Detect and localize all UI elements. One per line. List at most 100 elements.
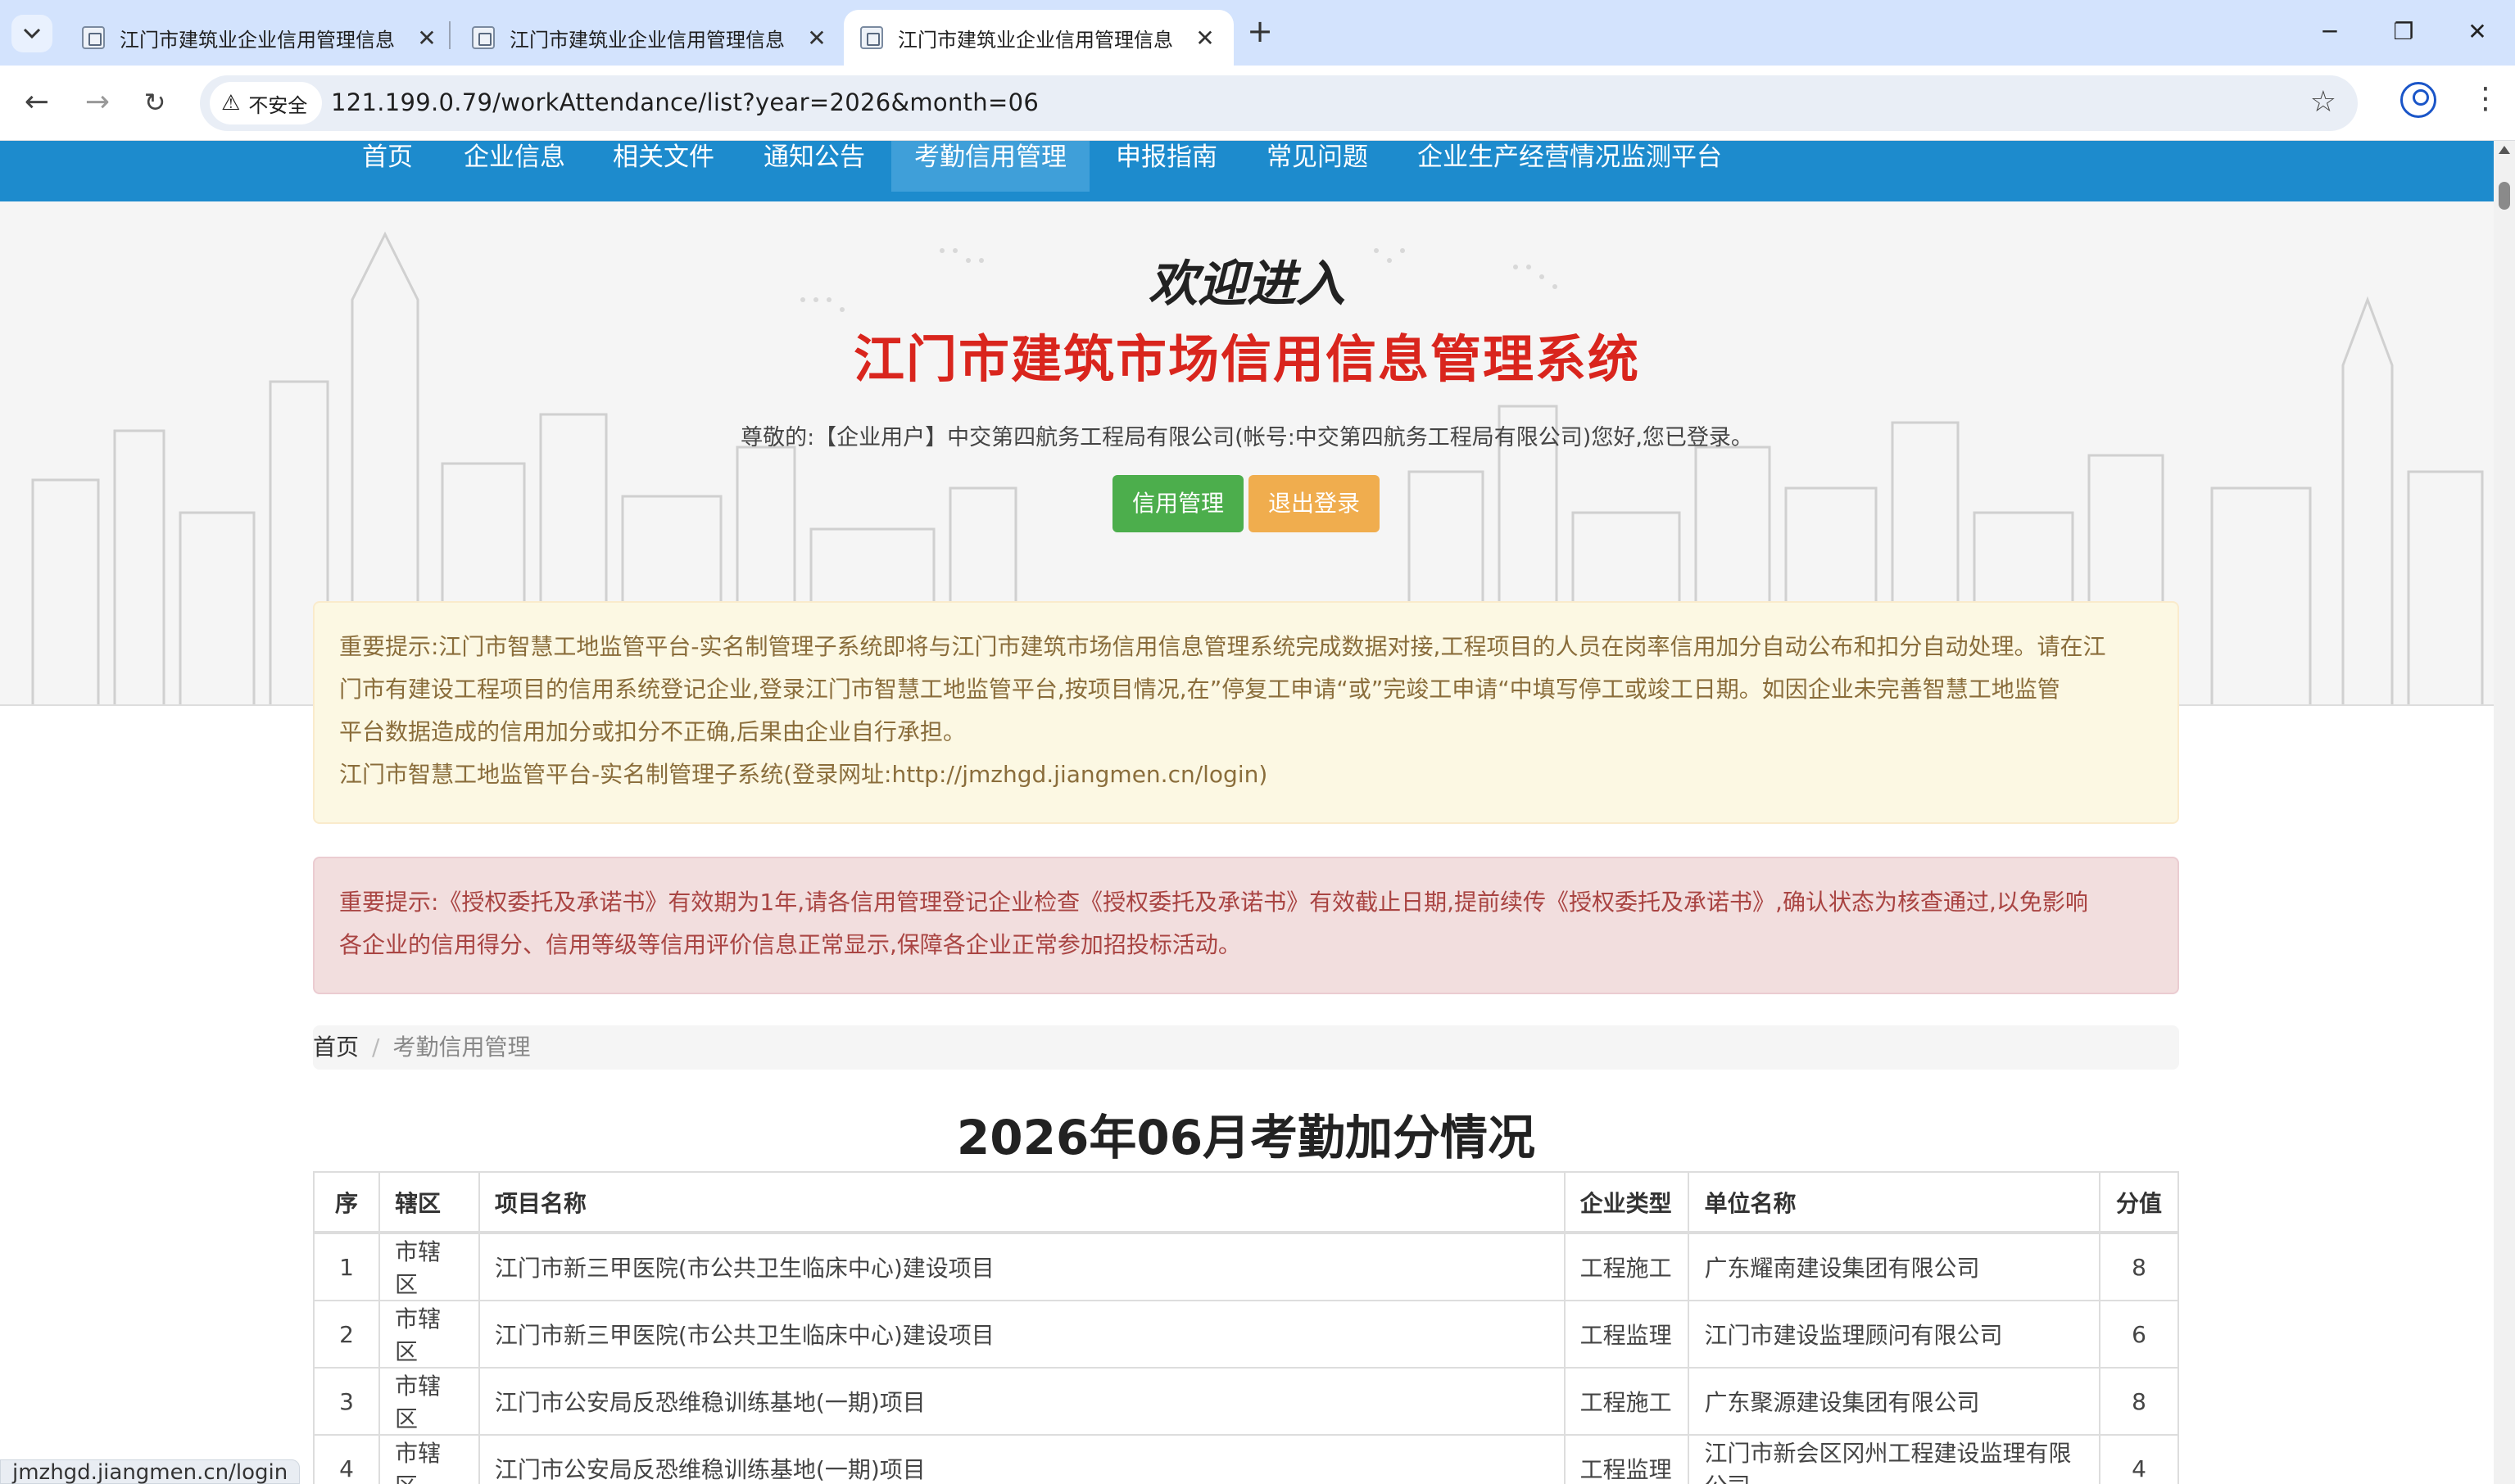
- tab-separator: [449, 21, 451, 49]
- warning-icon: ⚠: [221, 91, 241, 115]
- nav-item-notices[interactable]: 通知公告: [741, 141, 888, 192]
- chevron-down-icon: [23, 28, 41, 39]
- credit-management-button[interactable]: 信用管理: [1112, 475, 1244, 532]
- reload-icon[interactable]: ↻: [134, 82, 175, 123]
- page-viewport: 首页 企业信息 相关文件 通知公告 考勤信用管理 申报指南 常见问题 企业生产经…: [0, 141, 2494, 1484]
- cell-type: 工程施工: [1563, 1232, 1690, 1301]
- cell-no: 2: [313, 1300, 380, 1369]
- close-window-icon[interactable]: ✕: [2453, 13, 2502, 51]
- url-text[interactable]: 121.199.0.79/workAttendance/list?year=20…: [331, 88, 1039, 116]
- cell-company: 江门市建设监理顾问有限公司: [1688, 1300, 2101, 1369]
- cell-district: 市辖区: [378, 1367, 480, 1436]
- data-integration-notice: 重要提示:江门市智慧工地监管平台-实名制管理子系统即将与江门市建筑市场信用信息管…: [313, 601, 2179, 824]
- nav-item-attendance-credit[interactable]: 考勤信用管理: [891, 141, 1090, 192]
- scrollbar-thumb[interactable]: [2499, 182, 2510, 210]
- notice-login-link-line[interactable]: 江门市智慧工地监管平台-实名制管理子系统(登录网址:http://jmzhgd.…: [339, 753, 2153, 796]
- new-tab-icon[interactable]: +: [1242, 15, 1278, 51]
- column-header-company: 单位名称: [1688, 1171, 2101, 1234]
- cell-project: 江门市新三甲医院(市公共卫生临床中心)建设项目: [478, 1232, 1566, 1301]
- cell-no: 3: [313, 1367, 380, 1436]
- security-label: 不安全: [248, 93, 308, 117]
- notice-line: 各企业的信用得分、信用等级等信用评价信息正常显示,保障各企业正常参加招投标活动。: [339, 931, 1241, 958]
- browser-tab-3-active[interactable]: 江门市建筑业企业信用管理信息 ✕: [844, 10, 1234, 66]
- browser-tab-1[interactable]: 江门市建筑业企业信用管理信息 ✕: [66, 10, 455, 66]
- table-row: 2 市辖区 江门市新三甲医院(市公共卫生临床中心)建设项目 工程监理 江门市建设…: [313, 1300, 2179, 1369]
- back-icon[interactable]: ←: [16, 82, 57, 123]
- tab-title: 江门市建筑业企业信用管理信息: [120, 28, 395, 52]
- cell-district: 市辖区: [378, 1232, 480, 1301]
- address-bar[interactable]: ⚠ 不安全 121.199.0.79/workAttendance/list?y…: [200, 75, 2358, 131]
- notice-line: 重要提示:《授权委托及承诺书》有效期为1年,请各信用管理登记企业检查《授权委托及…: [339, 889, 2088, 916]
- welcome-heading: 欢迎进入: [1149, 256, 1345, 313]
- close-tab-icon[interactable]: ✕: [1193, 25, 1217, 52]
- cell-project: 江门市公安局反恐维稳训练基地(一期)项目: [478, 1367, 1566, 1436]
- site-favicon-icon: [82, 26, 105, 49]
- tab-title: 江门市建筑业企业信用管理信息: [510, 28, 785, 52]
- site-favicon-icon: [472, 26, 495, 49]
- bookmark-star-icon[interactable]: ☆: [2310, 85, 2336, 119]
- authorization-letter-notice: 重要提示:《授权委托及承诺书》有效期为1年,请各信用管理登记企业检查《授权委托及…: [313, 857, 2179, 994]
- cell-type: 工程施工: [1563, 1367, 1690, 1436]
- column-header-project: 项目名称: [478, 1171, 1566, 1234]
- cell-score: 6: [2099, 1300, 2179, 1369]
- column-header-district: 辖区: [378, 1171, 480, 1234]
- cell-type: 工程监理: [1563, 1300, 1690, 1369]
- cell-company: 广东耀南建设集团有限公司: [1688, 1232, 2101, 1301]
- nav-item-company-info[interactable]: 企业信息: [441, 141, 588, 192]
- page-title: 2026年06月考勤加分情况: [956, 1110, 1536, 1165]
- cell-district: 市辖区: [378, 1434, 480, 1484]
- table-header-row: 序 辖区 项目名称 企业类型 单位名称 分值: [313, 1171, 2179, 1234]
- nav-item-monitoring-platform[interactable]: 企业生产经营情况监测平台: [1394, 141, 1745, 192]
- browser-menu-icon[interactable]: ⋮: [2471, 82, 2500, 115]
- cell-company: 江门市新会区冈州工程建设监理有限公司: [1688, 1434, 2101, 1484]
- cell-score: 8: [2099, 1367, 2179, 1436]
- notice-line: 门市有建设工程项目的信用系统登记企业,登录江门市智慧工地监管平台,按项目情况,在…: [339, 676, 2060, 703]
- table-row: 4 市辖区 江门市公安局反恐维稳训练基地(一期)项目 工程监理 江门市新会区冈州…: [313, 1434, 2179, 1484]
- column-header-type: 企业类型: [1563, 1171, 1690, 1234]
- nav-item-home[interactable]: 首页: [339, 141, 436, 192]
- cell-project: 江门市新三甲医院(市公共卫生临床中心)建设项目: [478, 1300, 1566, 1369]
- site-favicon-icon: [860, 26, 883, 49]
- browser-tab-bar: 江门市建筑业企业信用管理信息 ✕ 江门市建筑业企业信用管理信息 ✕ 江门市建筑业…: [0, 0, 2515, 66]
- restore-icon[interactable]: ❐: [2379, 13, 2428, 51]
- table-row: 3 市辖区 江门市公安局反恐维稳训练基地(一期)项目 工程施工 广东聚源建设集团…: [313, 1367, 2179, 1436]
- close-tab-icon[interactable]: ✕: [804, 25, 829, 52]
- breadcrumb-current: 考勤信用管理: [392, 1034, 531, 1061]
- forward-icon[interactable]: →: [77, 82, 118, 123]
- breadcrumb: 首页 / 考勤信用管理: [313, 1025, 2179, 1070]
- close-tab-icon[interactable]: ✕: [415, 25, 439, 52]
- nav-item-faq[interactable]: 常见问题: [1244, 141, 1391, 192]
- breadcrumb-home-link[interactable]: 首页: [313, 1034, 359, 1061]
- cell-no: 4: [313, 1434, 380, 1484]
- profile-avatar-icon[interactable]: [2400, 82, 2436, 118]
- cell-project: 江门市公安局反恐维稳训练基地(一期)项目: [478, 1434, 1566, 1484]
- nav-item-documents[interactable]: 相关文件: [590, 141, 737, 192]
- site-security-chip[interactable]: ⚠ 不安全: [210, 82, 323, 124]
- table-row: 1 市辖区 江门市新三甲医院(市公共卫生临床中心)建设项目 工程施工 广东耀南建…: [313, 1232, 2179, 1301]
- user-greeting: 尊敬的:【企业用户】中交第四航务工程局有限公司(帐号:中交第四航务工程局有限公司…: [741, 425, 1753, 450]
- cell-type: 工程监理: [1563, 1434, 1690, 1484]
- cell-company: 广东聚源建设集团有限公司: [1688, 1367, 2101, 1436]
- system-title: 江门市建筑市场信用信息管理系统: [853, 329, 1640, 389]
- minimize-icon[interactable]: ─: [2305, 13, 2354, 51]
- notice-line: 平台数据造成的信用加分或扣分不正确,后果由企业自行承担。: [339, 718, 966, 745]
- cell-score: 4: [2099, 1434, 2179, 1484]
- browser-tab-2[interactable]: 江门市建筑业企业信用管理信息 ✕: [455, 10, 845, 66]
- column-header-no: 序: [313, 1171, 380, 1234]
- browser-toolbar: ← → ↻ ⚠ 不安全 121.199.0.79/workAttendance/…: [0, 66, 2515, 141]
- column-header-score: 分值: [2099, 1171, 2179, 1234]
- attendance-score-table: 序 辖区 项目名称 企业类型 单位名称 分值 1 市辖区 江门市新三甲医院(市公…: [313, 1171, 2179, 1484]
- notice-line: 重要提示:江门市智慧工地监管平台-实名制管理子系统即将与江门市建筑市场信用信息管…: [339, 633, 2106, 660]
- page-scrollbar[interactable]: [2494, 141, 2515, 1484]
- breadcrumb-separator: /: [372, 1034, 380, 1061]
- link-status-bar: jmzhgd.jiangmen.cn/login: [0, 1459, 301, 1484]
- nav-item-guide[interactable]: 申报指南: [1093, 141, 1240, 192]
- cell-no: 1: [313, 1232, 380, 1301]
- cell-score: 8: [2099, 1232, 2179, 1301]
- tab-search-button[interactable]: [11, 15, 52, 52]
- cell-district: 市辖区: [378, 1300, 480, 1369]
- main-nav: 首页 企业信息 相关文件 通知公告 考勤信用管理 申报指南 常见问题 企业生产经…: [0, 141, 2494, 201]
- tab-title: 江门市建筑业企业信用管理信息: [898, 28, 1173, 52]
- logout-button[interactable]: 退出登录: [1248, 475, 1380, 532]
- scroll-up-arrow-icon[interactable]: [2499, 146, 2510, 154]
